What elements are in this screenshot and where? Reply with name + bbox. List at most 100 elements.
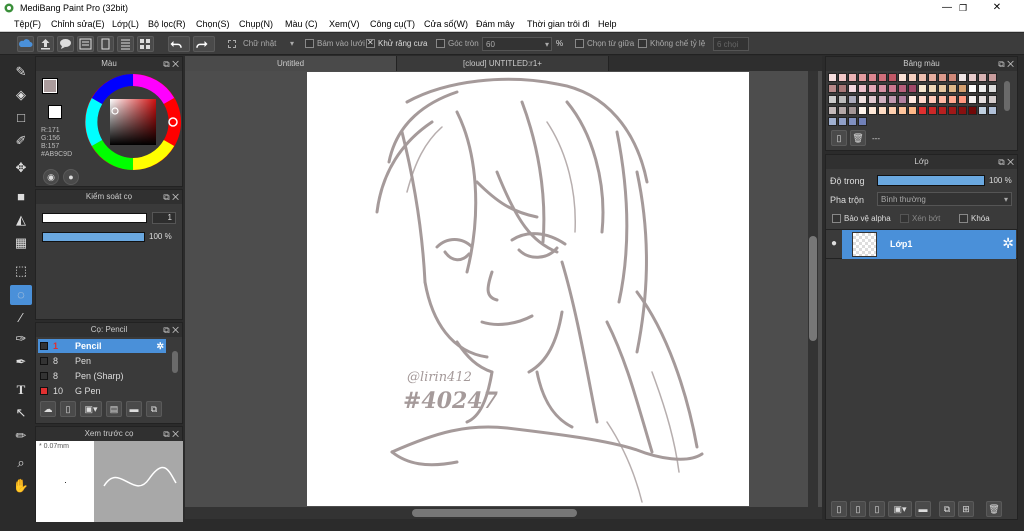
palette-swatches[interactable] (828, 73, 997, 127)
palette-swatch[interactable] (898, 73, 907, 82)
palette-swatch[interactable] (868, 95, 877, 104)
palette-swatch[interactable] (888, 95, 897, 104)
cloud-button[interactable] (17, 36, 34, 52)
fixed-ratio-checkbox[interactable] (638, 39, 647, 48)
ratio-input[interactable]: 6 chọi (713, 37, 749, 51)
palette-swatch[interactable] (828, 106, 837, 115)
brush-duplicate-button[interactable]: ⧉ (146, 401, 162, 417)
palette-swatch[interactable] (838, 84, 847, 93)
palette-swatch[interactable] (978, 73, 987, 82)
panel-close-icon[interactable]: ⧉ ✕ (163, 190, 179, 204)
list-button[interactable] (117, 36, 134, 52)
palette-swatch[interactable] (978, 95, 987, 104)
palette-swatch[interactable] (888, 73, 897, 82)
brush-new-button[interactable]: ▯ (60, 401, 76, 417)
palette-swatch[interactable] (858, 73, 867, 82)
palette-swatch[interactable] (898, 95, 907, 104)
gear-icon[interactable]: ✲ (1002, 235, 1014, 252)
palette-swatch[interactable] (948, 95, 957, 104)
antialias-checkbox[interactable] (366, 38, 375, 48)
layer-folder-button[interactable]: ▬ (915, 501, 931, 517)
menu-view[interactable]: Xem(V) (329, 19, 360, 29)
palette-swatch[interactable] (908, 73, 917, 82)
layer-add-menu-button[interactable]: ▣▾ (888, 501, 912, 517)
brush-add-button[interactable]: ▣▾ (80, 401, 102, 417)
brush-copy-button[interactable]: ▤ (106, 401, 122, 417)
background-color-swatch[interactable] (48, 105, 62, 119)
palette-swatch[interactable] (958, 73, 967, 82)
palette-swatch[interactable] (878, 95, 887, 104)
layer-row[interactable]: ● Lớp1 ✲ (826, 229, 1017, 259)
layer-new-1bit-button[interactable]: ▯ (869, 501, 885, 517)
palette-swatch[interactable] (878, 84, 887, 93)
palette-swatch[interactable] (848, 95, 857, 104)
lasso-tool[interactable]: ◌ (10, 285, 32, 305)
palette-swatch[interactable] (888, 106, 897, 115)
select-eraser-tool[interactable]: ✒ (10, 352, 32, 372)
brush-opacity-slider[interactable] (42, 232, 145, 242)
brush-cloud-button[interactable]: ☁ (40, 401, 56, 417)
menu-edit[interactable]: Chỉnh sửa(E) (51, 19, 105, 29)
palette-swatch[interactable] (928, 73, 937, 82)
close-button[interactable]: ✕ (982, 0, 1012, 16)
shape-tool[interactable]: □ (10, 108, 32, 128)
palette-swatch[interactable] (978, 84, 987, 93)
palette-swatch[interactable] (968, 84, 977, 93)
canvas-horizontal-scrollbar[interactable] (185, 507, 822, 519)
menu-timelapse[interactable]: Thời gian trôi đi (527, 19, 589, 29)
palette-swatch[interactable] (928, 106, 937, 115)
color-wheel[interactable] (84, 73, 182, 171)
palette-swatch[interactable] (878, 73, 887, 82)
palette-swatch[interactable] (898, 84, 907, 93)
select-tool[interactable]: ⬚ (10, 261, 32, 281)
brush-item[interactable]: 8 Pen (38, 354, 166, 368)
foreground-color-swatch[interactable] (42, 78, 58, 94)
palette-swatch[interactable] (828, 117, 837, 126)
palette-swatch[interactable] (978, 106, 987, 115)
color-mode-button[interactable]: ◉ (43, 169, 59, 185)
palette-swatch[interactable] (988, 84, 997, 93)
divide-tool[interactable]: ✏ (10, 426, 32, 446)
palette-swatch[interactable] (918, 95, 927, 104)
dot-tool[interactable]: ✐ (10, 131, 32, 151)
menu-color[interactable]: Màu (C) (285, 19, 318, 29)
menu-window[interactable]: Cửa số(W) (424, 19, 468, 29)
brush-folder-button[interactable]: ▬ (126, 401, 142, 417)
panel-close-icon[interactable]: ⧉ ✕ (998, 57, 1014, 71)
palette-swatch[interactable] (988, 95, 997, 104)
menu-capture[interactable]: Chụp(N) (239, 19, 273, 29)
layer-opacity-slider[interactable] (877, 175, 985, 186)
upload-button[interactable] (37, 36, 54, 52)
eraser-tool[interactable]: ◈ (10, 85, 32, 105)
protect-alpha-checkbox[interactable] (832, 214, 841, 223)
restore-button[interactable]: ❐ (948, 0, 978, 16)
brush-size-slider[interactable] (42, 213, 147, 223)
palette-swatch[interactable] (868, 106, 877, 115)
magic-wand-tool[interactable]: ⁄ (10, 308, 32, 328)
move-tool[interactable]: ✥ (10, 158, 32, 178)
drawing-canvas[interactable]: @lirin412 #40247 (307, 72, 749, 506)
redo-button[interactable] (193, 36, 215, 52)
color-dropper-button[interactable]: ● (63, 169, 79, 185)
palette-swatch[interactable] (838, 106, 847, 115)
palette-swatch[interactable] (838, 117, 847, 126)
hand-tool[interactable]: ✋ (10, 476, 32, 496)
tab-cloud-untitled[interactable]: [cloud] UNTITLED:r1+ (397, 56, 609, 71)
layer-new-8bit-button[interactable]: ▯ (850, 501, 866, 517)
layer-duplicate-button[interactable]: ⧉ (939, 501, 955, 517)
palette-swatch[interactable] (918, 106, 927, 115)
palette-swatch[interactable] (988, 73, 997, 82)
palette-swatch[interactable] (838, 73, 847, 82)
palette-swatch[interactable] (948, 84, 957, 93)
palette-swatch[interactable] (968, 95, 977, 104)
palette-new-button[interactable]: ▯ (831, 130, 847, 146)
palette-swatch[interactable] (938, 106, 947, 115)
layer-new-button[interactable]: ▯ (831, 501, 847, 517)
palette-swatch[interactable] (878, 106, 887, 115)
clipping-checkbox[interactable] (900, 214, 909, 223)
palette-swatch[interactable] (928, 95, 937, 104)
palette-swatch[interactable] (828, 73, 837, 82)
menu-filter[interactable]: Bộ lọc(R) (148, 19, 186, 29)
palette-swatch[interactable] (938, 84, 947, 93)
palette-delete-button[interactable]: 🗑 (850, 130, 866, 146)
